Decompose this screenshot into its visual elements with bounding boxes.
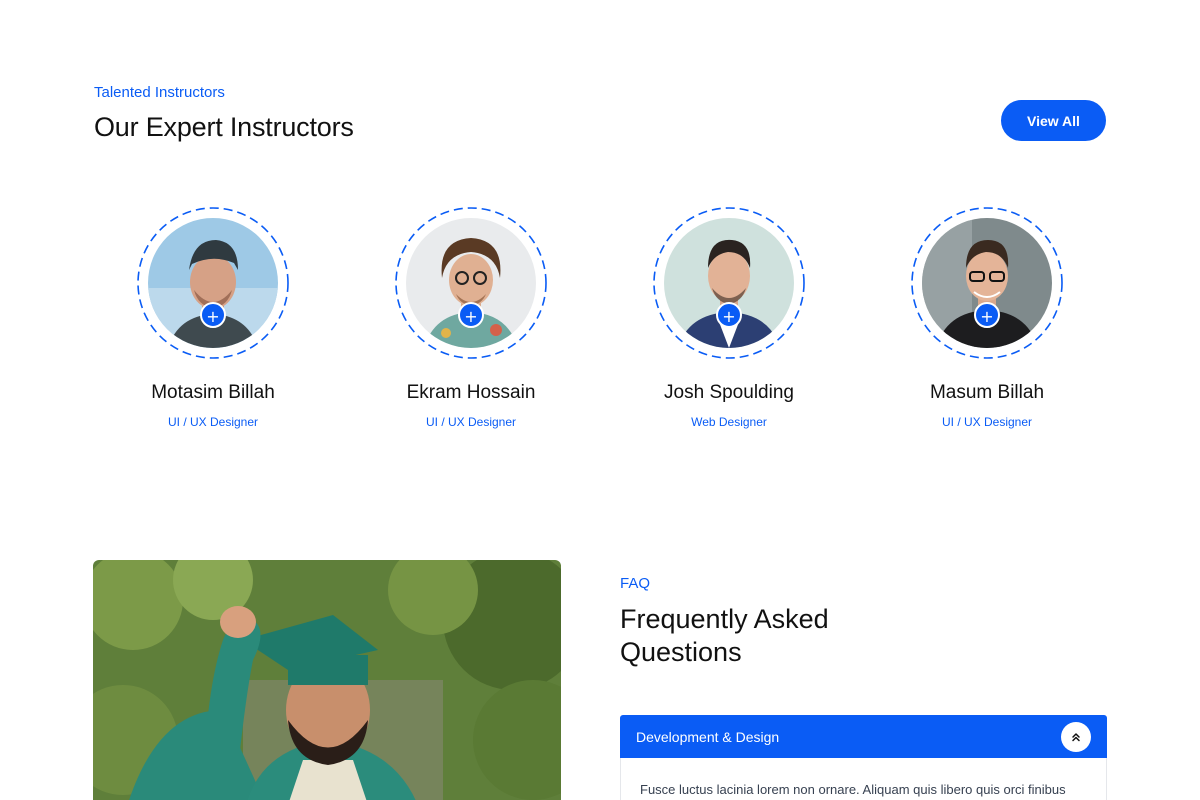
accordion-answer-text: Fusce luctus lacinia lorem non ornare. A… <box>640 782 1066 797</box>
instructor-role: UI / UX Designer <box>167 415 259 429</box>
add-instructor-button[interactable]: + <box>716 302 742 328</box>
add-instructor-button[interactable]: + <box>200 302 226 328</box>
instructor-role: Web Designer <box>691 415 767 429</box>
instructor-card[interactable]: + Masum Billah UI / UX Designer <box>887 205 1087 429</box>
instructor-name[interactable]: Motasim Billah <box>113 382 313 404</box>
add-instructor-button[interactable]: + <box>974 302 1000 328</box>
accordion-header-label: Development & Design <box>636 728 780 745</box>
accordion-toggle-button[interactable] <box>1061 722 1091 752</box>
instructor-card[interactable]: + Josh Spoulding Web Designer <box>629 205 829 429</box>
instructor-name[interactable]: Josh Spoulding <box>629 382 829 404</box>
add-instructor-button[interactable]: + <box>458 302 484 328</box>
avatar-ring: + <box>393 205 549 361</box>
avatar-ring: + <box>909 205 1065 361</box>
accordion-header-development-design[interactable]: Development & Design <box>620 715 1107 758</box>
instructor-role: UI / UX Designer <box>941 415 1033 429</box>
graduate-photo <box>93 560 561 800</box>
instructor-card[interactable]: + Motasim Billah UI / UX Designer <box>113 205 313 429</box>
instructor-card[interactable]: + Ekram Hossain UI / UX Designer <box>371 205 571 429</box>
instructor-role: UI / UX Designer <box>425 415 517 429</box>
avatar-ring: + <box>651 205 807 361</box>
instructor-name[interactable]: Ekram Hossain <box>371 382 571 404</box>
section-tag: Talented Instructors <box>94 84 225 101</box>
accordion-body: Fusce luctus lacinia lorem non ornare. A… <box>620 758 1107 800</box>
section-title: Our Expert Instructors <box>94 112 354 142</box>
faq-tag: FAQ <box>620 575 651 592</box>
instructor-name[interactable]: Masum Billah <box>887 382 1087 404</box>
chevron-double-up-icon <box>1072 733 1080 742</box>
faq-title: Frequently Asked Questions <box>620 604 829 667</box>
avatar-ring: + <box>135 205 291 361</box>
view-all-button[interactable]: View All <box>1001 100 1106 141</box>
